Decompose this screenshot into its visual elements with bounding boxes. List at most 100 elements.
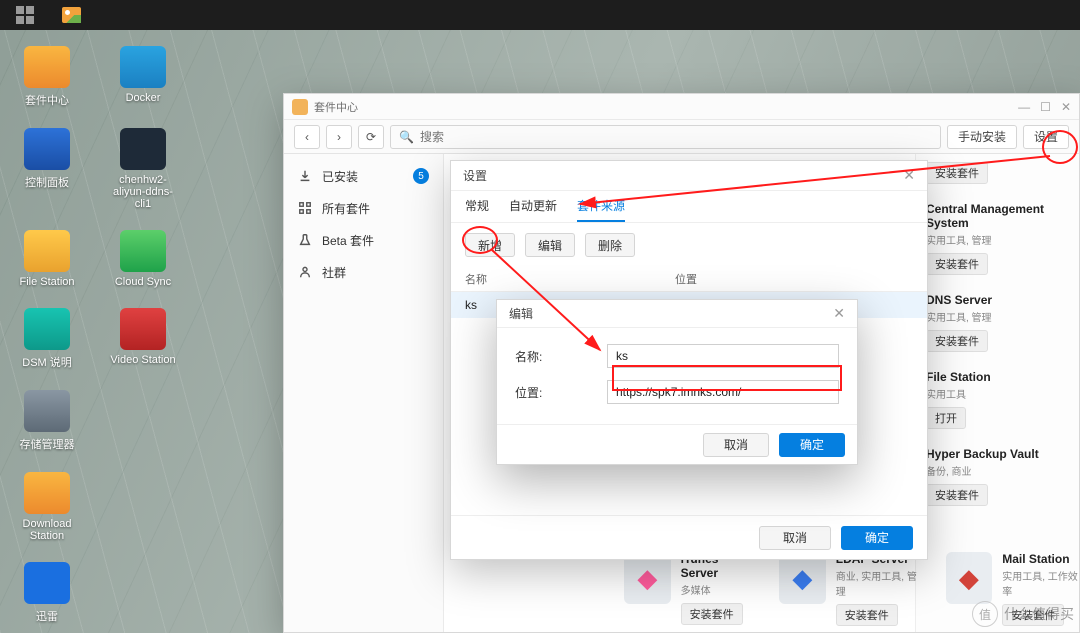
- package-category: 实用工具, 管理: [926, 232, 1069, 247]
- modal-buttons: 新增编辑删除: [451, 223, 927, 267]
- watermark-logo-icon: 值: [972, 601, 998, 627]
- search-field[interactable]: 🔍: [390, 125, 941, 149]
- maximize-icon[interactable]: ☐: [1040, 100, 1051, 114]
- sidebar-item[interactable]: 已安装 5: [284, 160, 443, 192]
- ok-button[interactable]: 确定: [841, 526, 913, 550]
- package-category: 实用工具, 管理: [926, 309, 1069, 324]
- package-name: Central Management System: [926, 202, 1069, 230]
- app-icon: [120, 230, 166, 272]
- sidebar-item-label: Beta 套件: [322, 232, 374, 249]
- package-category: 实用工具: [926, 386, 1069, 401]
- sidebar-item[interactable]: Beta 套件: [284, 224, 443, 256]
- modal-title: 编辑 ✕: [497, 300, 857, 328]
- modal-title: 设置 ✕: [451, 161, 927, 191]
- app-icon: [24, 308, 70, 350]
- desktop-icon[interactable]: 控制面板: [12, 128, 82, 210]
- package-block: Hyper Backup Vault 备份, 商业安装套件: [926, 447, 1069, 506]
- action-button[interactable]: 删除: [585, 233, 635, 257]
- desktop-icon[interactable]: 迅雷: [12, 562, 82, 624]
- package-tile[interactable]: ◆LDAP Server商业, 实用工具, 管理安装套件: [779, 552, 917, 626]
- install-button[interactable]: 安装套件: [926, 162, 988, 184]
- install-button[interactable]: 安装套件: [926, 484, 988, 506]
- cancel-button[interactable]: 取消: [759, 526, 831, 550]
- package-block: 安装套件: [926, 162, 1069, 184]
- package-block: Central Management System 实用工具, 管理安装套件: [926, 202, 1069, 275]
- desktop-icon[interactable]: Download Station: [12, 472, 82, 542]
- apps-icon[interactable]: [16, 6, 34, 24]
- package-category: 实用工具, 工作效率: [1002, 568, 1079, 598]
- icon-label: Download Station: [12, 518, 82, 542]
- name-label: 名称:: [515, 348, 607, 365]
- icon-label: 控制面板: [25, 174, 69, 190]
- package-category: 备份, 商业: [926, 463, 1069, 478]
- cancel-button[interactable]: 取消: [703, 433, 769, 457]
- window-controls: — ☐ ✕: [1018, 100, 1071, 114]
- modal-footer: 取消 确定: [451, 515, 927, 559]
- desktop-icon[interactable]: Cloud Sync: [108, 230, 178, 288]
- app-icon: [24, 128, 70, 170]
- app-icon: [24, 46, 70, 88]
- search-icon: 🔍: [399, 130, 414, 144]
- taskbar: [0, 0, 1080, 30]
- ok-button[interactable]: 确定: [779, 433, 845, 457]
- sidebar-item-label: 已安装: [322, 168, 358, 185]
- badge: 5: [413, 168, 429, 184]
- back-button[interactable]: ‹: [294, 125, 320, 149]
- package-block: DNS Server 实用工具, 管理安装套件: [926, 293, 1069, 352]
- app-icon: [24, 472, 70, 514]
- desktop-icon[interactable]: chenhw2-aliyun-ddns-cli1: [108, 128, 178, 210]
- package-icon: ◆: [946, 552, 993, 604]
- modal-footer: 取消 确定: [497, 424, 857, 464]
- icon-label: chenhw2-aliyun-ddns-cli1: [108, 174, 178, 210]
- settings-button[interactable]: 设置: [1023, 125, 1069, 149]
- package-name: Mail Station: [1002, 552, 1079, 566]
- close-icon[interactable]: ✕: [1061, 100, 1071, 114]
- icon-label: File Station: [19, 276, 74, 288]
- window-title: 套件中心: [314, 99, 358, 115]
- install-button[interactable]: 打开: [926, 407, 966, 429]
- action-button[interactable]: 编辑: [525, 233, 575, 257]
- desktop-icon[interactable]: 套件中心: [12, 46, 82, 108]
- manual-install-button[interactable]: 手动安装: [947, 125, 1017, 149]
- forward-button[interactable]: ›: [326, 125, 352, 149]
- desktop-icon[interactable]: Video Station: [108, 308, 178, 370]
- icon-label: 套件中心: [25, 92, 69, 108]
- close-icon[interactable]: ✕: [903, 167, 915, 184]
- install-button[interactable]: 安装套件: [926, 253, 988, 275]
- sidebar-item[interactable]: 社群: [284, 256, 443, 288]
- search-input[interactable]: [420, 130, 932, 144]
- app-icon: [24, 230, 70, 272]
- desktop-icon[interactable]: Docker: [108, 46, 178, 108]
- package-tile[interactable]: ◆iTunes Server多媒体安装套件: [624, 552, 751, 626]
- sidebar-item[interactable]: 所有套件: [284, 192, 443, 224]
- app-icon: [24, 390, 70, 432]
- gallery-icon[interactable]: [62, 7, 81, 23]
- name-input[interactable]: [607, 344, 839, 368]
- table-header: 名称 位置: [451, 267, 927, 292]
- desktop-icon[interactable]: 存储管理器: [12, 390, 82, 452]
- icon-label: 迅雷: [36, 608, 58, 624]
- minimize-icon[interactable]: —: [1018, 100, 1030, 114]
- install-button[interactable]: 安装套件: [681, 603, 743, 625]
- icon-label: Docker: [126, 92, 161, 104]
- close-icon[interactable]: ✕: [833, 305, 845, 322]
- toolbar: ‹ › ⟳ 🔍 手动安装 设置: [284, 120, 1079, 154]
- install-button[interactable]: 安装套件: [836, 604, 898, 626]
- package-name: DNS Server: [926, 293, 1069, 307]
- reload-button[interactable]: ⟳: [358, 125, 384, 149]
- action-button[interactable]: 新增: [465, 233, 515, 257]
- desktop-icon[interactable]: File Station: [12, 230, 82, 288]
- tab[interactable]: 常规: [465, 197, 489, 222]
- location-input[interactable]: [607, 380, 839, 404]
- app-icon: [120, 128, 166, 170]
- desktop-icon[interactable]: DSM 说明: [12, 308, 82, 370]
- tab[interactable]: 套件来源: [577, 197, 625, 222]
- package-name: Hyper Backup Vault: [926, 447, 1069, 461]
- edit-modal: 编辑 ✕ 名称: 位置: 取消 确定: [496, 299, 858, 465]
- package-category: 多媒体: [681, 582, 751, 597]
- tab[interactable]: 自动更新: [509, 197, 557, 222]
- app-icon: [120, 46, 166, 88]
- install-button[interactable]: 安装套件: [926, 330, 988, 352]
- modal-tabs: 常规自动更新套件来源: [451, 191, 927, 223]
- window-titlebar: 套件中心 — ☐ ✕: [284, 94, 1079, 120]
